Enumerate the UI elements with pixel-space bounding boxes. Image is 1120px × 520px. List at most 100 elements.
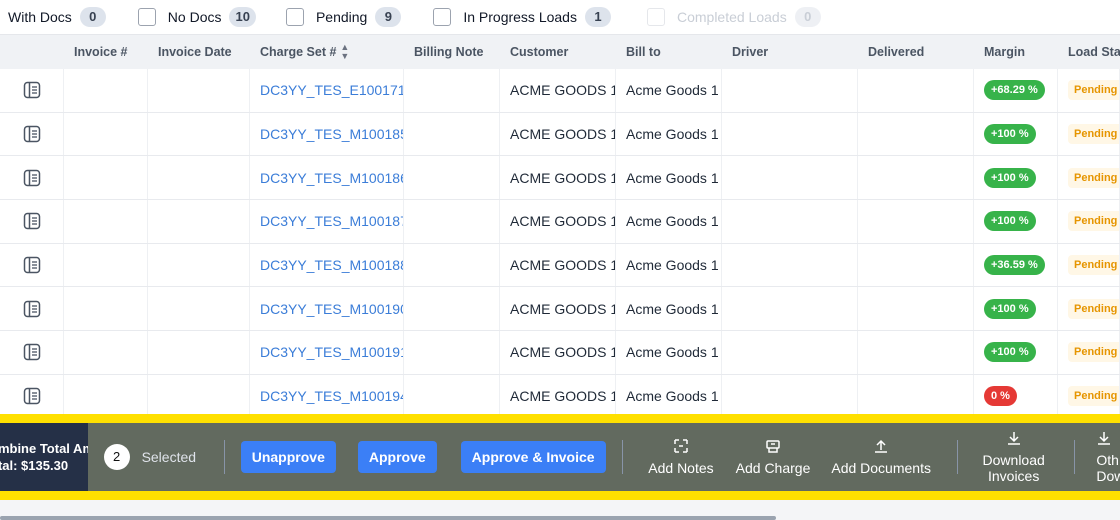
charge-set-cell: DC3YY_TES_M100191 bbox=[250, 331, 404, 374]
charge-set-link[interactable]: DC3YY_TES_E100171 bbox=[260, 82, 403, 98]
row-actions-cell bbox=[0, 112, 64, 156]
charge-set-cell: DC3YY_TES_M100187 bbox=[250, 200, 404, 243]
table-header: Invoice # Invoice Date Charge Set # ▲ ▼ B… bbox=[0, 34, 1120, 69]
margin-badge: +36.59 % bbox=[984, 255, 1045, 276]
add-charge-label: Add Charge bbox=[735, 460, 811, 476]
col-load-status[interactable]: Load Stat bbox=[1058, 35, 1120, 69]
col-bill-to[interactable]: Bill to bbox=[616, 35, 722, 69]
customer-cell: ACME GOODS 1 bbox=[500, 287, 616, 331]
margin-cell: 0 % bbox=[974, 374, 1058, 418]
customer-cell: ACME GOODS 1 bbox=[500, 200, 616, 243]
filter-no-docs[interactable]: No Docs 10 bbox=[137, 7, 256, 27]
driver-cell bbox=[722, 243, 858, 287]
load-status-cell: Pending bbox=[1058, 112, 1120, 156]
col-delivered[interactable]: Delivered bbox=[858, 35, 974, 69]
details-panel-icon[interactable] bbox=[22, 299, 42, 319]
approve-invoice-button[interactable]: Approve & Invoice bbox=[460, 441, 606, 473]
charge-set-link[interactable]: DC3YY_TES_M100187 bbox=[260, 213, 403, 229]
details-panel-icon[interactable] bbox=[22, 80, 42, 100]
table-row[interactable]: DC3YY_TES_M100191 ACME GOODS 1 Acme Good… bbox=[0, 331, 1120, 375]
table-row[interactable]: DC3YY_TES_E100171 ACME GOODS 1 Acme Good… bbox=[0, 69, 1120, 113]
charge-set-cell: DC3YY_TES_M100190 bbox=[250, 287, 404, 331]
approve-button[interactable]: Approve bbox=[357, 441, 437, 473]
no-docs-checkbox[interactable] bbox=[137, 8, 156, 26]
details-panel-icon[interactable] bbox=[22, 168, 42, 188]
filter-pending[interactable]: Pending 9 bbox=[285, 7, 402, 27]
combine-total-box: ombine Total Amt otal: $135.30 bbox=[0, 423, 88, 491]
selected-label: Selected bbox=[141, 449, 197, 465]
bill-to-cell: Acme Goods 1 bbox=[616, 156, 722, 200]
unapprove-button[interactable]: Unapprove bbox=[240, 441, 336, 473]
delivered-cell bbox=[858, 156, 974, 200]
bill-to-cell: Acme Goods 1 bbox=[616, 112, 722, 156]
charge-set-link[interactable]: DC3YY_TES_M100190 bbox=[260, 301, 403, 317]
col-margin[interactable]: Margin bbox=[974, 35, 1058, 69]
download-icon bbox=[1007, 432, 1020, 445]
driver-cell bbox=[722, 200, 858, 243]
margin-cell: +100 % bbox=[974, 156, 1058, 200]
table-row[interactable]: DC3YY_TES_M100185 ACME GOODS 1 Acme Good… bbox=[0, 112, 1120, 157]
filter-count-badge: 10 bbox=[229, 7, 256, 27]
horizontal-scrollbar[interactable] bbox=[0, 516, 776, 520]
in-progress-checkbox[interactable] bbox=[433, 8, 452, 26]
delivered-cell bbox=[858, 243, 974, 287]
driver-cell bbox=[722, 287, 858, 331]
pending-checkbox[interactable] bbox=[285, 8, 304, 26]
load-status-cell: Pending bbox=[1058, 287, 1120, 331]
driver-cell bbox=[722, 331, 858, 374]
charge-set-link[interactable]: DC3YY_TES_M100194 bbox=[260, 388, 403, 404]
details-panel-icon[interactable] bbox=[22, 255, 42, 275]
col-charge-set-label: Charge Set # bbox=[260, 45, 337, 59]
invoice-number-cell bbox=[64, 69, 148, 112]
filter-count-badge: 1 bbox=[584, 7, 611, 27]
filter-in-progress-loads[interactable]: In Progress Loads 1 bbox=[433, 7, 611, 27]
charge-set-link[interactable]: DC3YY_TES_M100191 bbox=[260, 344, 403, 360]
charge-set-link[interactable]: DC3YY_TES_M100188 bbox=[260, 257, 403, 273]
details-panel-icon[interactable] bbox=[22, 211, 42, 231]
add-notes-button[interactable]: Add Notes bbox=[648, 438, 714, 476]
details-panel-icon[interactable] bbox=[22, 342, 42, 362]
billing-note-cell bbox=[404, 243, 500, 287]
charge-set-link[interactable]: DC3YY_TES_M100186 bbox=[260, 170, 403, 186]
col-charge-set[interactable]: Charge Set # ▲ ▼ bbox=[250, 35, 404, 69]
table-row[interactable]: DC3YY_TES_M100188 ACME GOODS 1 Acme Good… bbox=[0, 243, 1120, 288]
status-badge: Pending bbox=[1068, 255, 1119, 276]
col-driver[interactable]: Driver bbox=[722, 35, 858, 69]
status-badge: Pending bbox=[1068, 386, 1119, 407]
sort-icon[interactable]: ▲ ▼ bbox=[340, 43, 349, 61]
filter-label: In Progress Loads bbox=[463, 9, 577, 25]
details-panel-icon[interactable] bbox=[22, 124, 42, 144]
table-row[interactable]: DC3YY_TES_M100194 ACME GOODS 1 Acme Good… bbox=[0, 374, 1120, 419]
charge-set-link[interactable]: DC3YY_TES_M100185 bbox=[260, 126, 403, 142]
add-documents-button[interactable]: Add Documents bbox=[831, 438, 931, 476]
other-downloads-label: Oth Down bbox=[1096, 452, 1120, 484]
bulk-action-bar: ombine Total Amt otal: $135.30 2 Selecte… bbox=[0, 423, 1120, 491]
billing-note-cell bbox=[404, 200, 500, 243]
margin-badge: +100 % bbox=[984, 211, 1036, 232]
margin-cell: +36.59 % bbox=[974, 243, 1058, 287]
bill-to-cell: Acme Goods 1 bbox=[616, 331, 722, 374]
bill-to-cell: Acme Goods 1 bbox=[616, 374, 722, 418]
filter-count-badge: 0 bbox=[79, 7, 106, 27]
add-charge-button[interactable]: Add Charge bbox=[735, 438, 811, 476]
charge-set-cell: DC3YY_TES_M100185 bbox=[250, 112, 404, 156]
combine-total-label: ombine Total Amt bbox=[0, 441, 88, 456]
table-row[interactable]: DC3YY_TES_M100187 ACME GOODS 1 Acme Good… bbox=[0, 200, 1120, 244]
row-actions-cell bbox=[0, 374, 64, 418]
margin-cell: +100 % bbox=[974, 331, 1058, 374]
col-invoice-number[interactable]: Invoice # bbox=[64, 35, 148, 69]
filter-with-docs[interactable]: With Docs 0 bbox=[8, 7, 106, 27]
other-downloads-button[interactable]: Oth Down bbox=[1096, 430, 1120, 484]
download-invoices-button[interactable]: Download Invoices bbox=[983, 430, 1045, 484]
status-badge: Pending bbox=[1068, 124, 1119, 145]
details-panel-icon[interactable] bbox=[22, 386, 42, 406]
load-status-cell: Pending bbox=[1058, 243, 1120, 287]
delivered-cell bbox=[858, 69, 974, 112]
col-billing-note[interactable]: Billing Note bbox=[404, 35, 500, 69]
filter-label: Pending bbox=[315, 9, 368, 25]
billing-note-cell bbox=[404, 112, 500, 156]
col-invoice-date[interactable]: Invoice Date bbox=[148, 35, 250, 69]
col-customer[interactable]: Customer bbox=[500, 35, 616, 69]
table-row[interactable]: DC3YY_TES_M100186 ACME GOODS 1 Acme Good… bbox=[0, 156, 1120, 201]
table-row[interactable]: DC3YY_TES_M100190 ACME GOODS 1 Acme Good… bbox=[0, 287, 1120, 332]
